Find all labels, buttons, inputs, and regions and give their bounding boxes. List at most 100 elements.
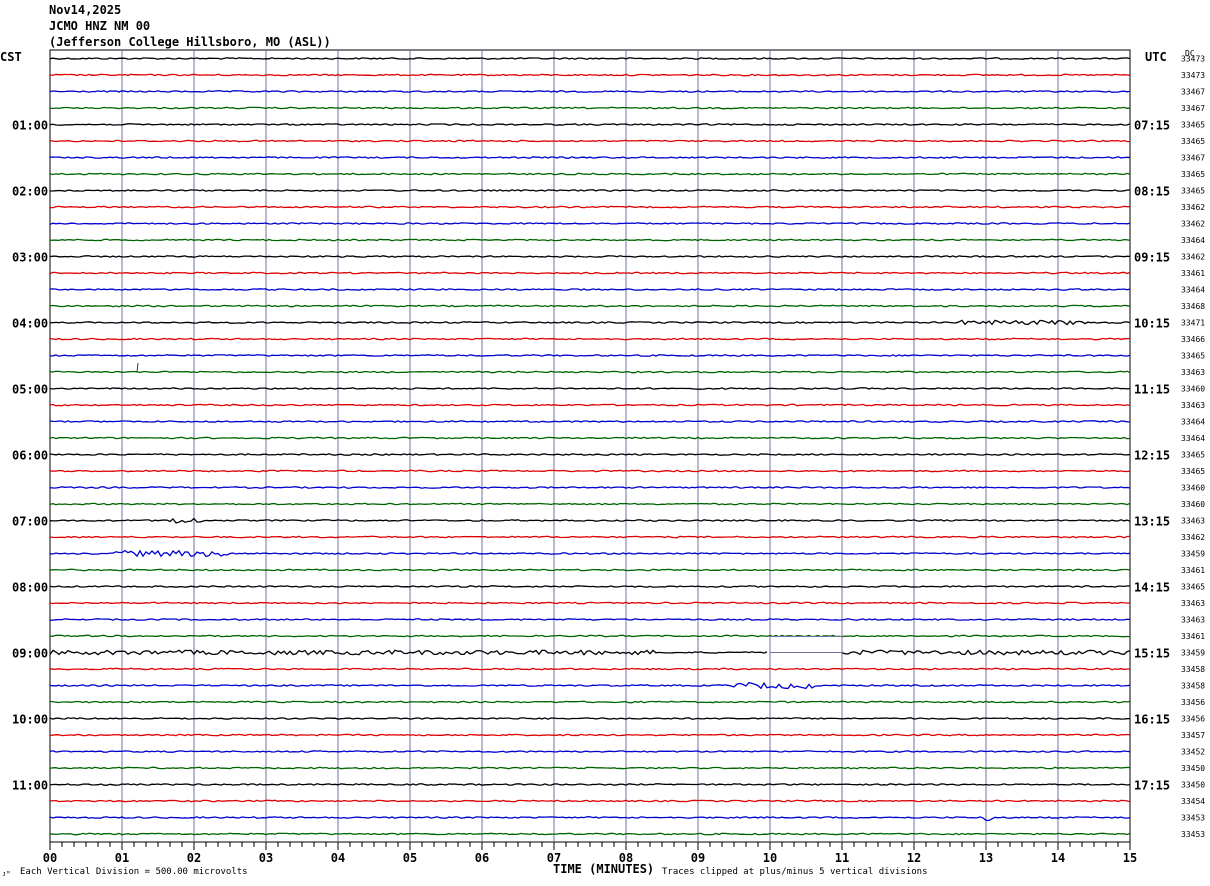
trace-line bbox=[49, 387, 1131, 390]
trace-line bbox=[49, 469, 1131, 473]
trace-line bbox=[49, 681, 1131, 690]
trace-line bbox=[49, 189, 1131, 192]
right-hour-label: 11:15 bbox=[1134, 383, 1170, 397]
right-hour-label: 10:15 bbox=[1134, 317, 1170, 331]
trace-line bbox=[49, 799, 1131, 803]
dc-offset-label: 33465 bbox=[1181, 352, 1205, 361]
dc-offset-label: 33461 bbox=[1181, 566, 1205, 575]
spike-mark bbox=[136, 362, 139, 373]
x-axis-title: TIME (MINUTES) bbox=[553, 862, 655, 876]
dc-offset-label: 33465 bbox=[1181, 467, 1205, 476]
trace-line bbox=[49, 205, 1130, 209]
trace-line bbox=[49, 222, 1131, 225]
dc-offset-label: 33465 bbox=[1181, 187, 1205, 196]
right-hour-label: 09:15 bbox=[1134, 251, 1170, 265]
trace-line bbox=[49, 634, 1130, 638]
dc-offset-label: 33467 bbox=[1181, 154, 1205, 163]
trace-line bbox=[49, 816, 1131, 822]
trace-line bbox=[50, 700, 1131, 704]
trace-line bbox=[49, 403, 1131, 407]
left-hour-label: 02:00 bbox=[12, 185, 48, 199]
trace-line bbox=[49, 717, 1131, 720]
trace-line bbox=[49, 255, 1131, 258]
right-hour-label: 07:15 bbox=[1134, 119, 1170, 133]
dc-offset-label: 33465 bbox=[1181, 121, 1205, 130]
dc-offset-label: 33454 bbox=[1181, 797, 1205, 806]
dc-offset-label: 33453 bbox=[1181, 814, 1205, 823]
dc-offset-label: 33456 bbox=[1181, 698, 1205, 707]
dc-offset-label: 33450 bbox=[1181, 781, 1205, 790]
dc-offset-label: 33459 bbox=[1181, 649, 1205, 658]
data-gap-box bbox=[769, 636, 843, 653]
trace-line bbox=[49, 354, 1131, 357]
x-tick-label: 06 bbox=[475, 851, 489, 865]
dc-offset-label: 33460 bbox=[1181, 484, 1205, 493]
clip-note: Traces clipped at plus/minus 5 vertical … bbox=[662, 867, 928, 877]
trace-line bbox=[49, 453, 1131, 456]
trace-line bbox=[49, 601, 1131, 605]
dc-offset-label: 33465 bbox=[1181, 451, 1205, 460]
trace-line bbox=[49, 585, 1131, 588]
corner-mark: ᴊᴹ bbox=[2, 870, 11, 878]
trace-line bbox=[49, 123, 1131, 126]
dc-offset-label: 33464 bbox=[1181, 236, 1205, 245]
trace-line bbox=[49, 750, 1131, 753]
dc-offset-label: 33461 bbox=[1181, 632, 1205, 641]
dc-offset-label: 33460 bbox=[1181, 385, 1205, 394]
trace-line bbox=[49, 156, 1131, 159]
dc-offset-label: 33468 bbox=[1181, 302, 1205, 311]
dc-offset-label: 33462 bbox=[1181, 253, 1205, 262]
trace-line bbox=[49, 502, 1131, 506]
dc-offset-label: 33467 bbox=[1181, 104, 1205, 113]
trace-line bbox=[49, 370, 1131, 374]
dc-offset-label: 33462 bbox=[1181, 220, 1205, 229]
dc-offset-label: 33463 bbox=[1181, 401, 1205, 410]
left-hour-label: 05:00 bbox=[12, 383, 48, 397]
trace-line bbox=[49, 783, 1131, 786]
dc-offset-label: 33463 bbox=[1181, 368, 1205, 377]
trace-line bbox=[49, 420, 1130, 423]
dc-offset-label: 33456 bbox=[1181, 715, 1205, 724]
dc-offset-label: 33473 bbox=[1181, 55, 1205, 64]
dc-offset-label: 33466 bbox=[1181, 335, 1205, 344]
trace-line bbox=[49, 766, 1131, 770]
right-hour-label: 08:15 bbox=[1134, 185, 1170, 199]
trace-line bbox=[49, 337, 1131, 341]
trace-line bbox=[49, 568, 1131, 572]
left-hour-label: 09:00 bbox=[12, 647, 48, 661]
dc-offset-label: 33465 bbox=[1181, 137, 1205, 146]
trace-line bbox=[49, 238, 1131, 242]
trace-line bbox=[49, 535, 1131, 539]
x-tick-label: 14 bbox=[1051, 851, 1065, 865]
right-hour-label: 14:15 bbox=[1134, 581, 1170, 595]
vertical-division-note: Each Vertical Division = 500.00 microvol… bbox=[20, 867, 248, 877]
left-hour-label: 11:00 bbox=[12, 779, 48, 793]
dc-offset-label: 33471 bbox=[1181, 319, 1205, 328]
x-tick-label: 02 bbox=[187, 851, 201, 865]
dc-offset-label: 33462 bbox=[1181, 203, 1205, 212]
trace-line bbox=[49, 649, 1131, 656]
helicorder-plot: 01:00 02:00 03:00 04:00 05:00 06:00 07:00 08:00… bbox=[12, 49, 1205, 865]
left-hour-label: 07:00 bbox=[12, 515, 48, 529]
dc-offset-label: 33457 bbox=[1181, 731, 1205, 740]
left-hour-label: 01:00 bbox=[12, 119, 48, 133]
trace-line bbox=[49, 832, 1131, 836]
x-tick-label: 13 bbox=[979, 851, 993, 865]
dc-offset-label: 33464 bbox=[1181, 434, 1205, 443]
dc-offset-label: 33464 bbox=[1181, 418, 1205, 427]
trace-line bbox=[49, 517, 1131, 524]
left-hour-label: 06:00 bbox=[12, 449, 48, 463]
x-tick-label: 01 bbox=[115, 851, 129, 865]
x-tick-label: 09 bbox=[691, 851, 705, 865]
trace-line bbox=[49, 549, 1131, 558]
x-tick-label: 04 bbox=[331, 851, 345, 865]
x-tick-label: 10 bbox=[763, 851, 777, 865]
trace-line bbox=[49, 486, 1131, 489]
dc-offset-label: 33458 bbox=[1181, 682, 1205, 691]
trace-line bbox=[49, 139, 1131, 143]
right-hour-label: 15:15 bbox=[1134, 647, 1170, 661]
dc-offset-label: 33452 bbox=[1181, 748, 1205, 757]
left-hour-label: 04:00 bbox=[12, 317, 48, 331]
x-tick-label: 05 bbox=[403, 851, 417, 865]
trace-line bbox=[49, 57, 1131, 60]
